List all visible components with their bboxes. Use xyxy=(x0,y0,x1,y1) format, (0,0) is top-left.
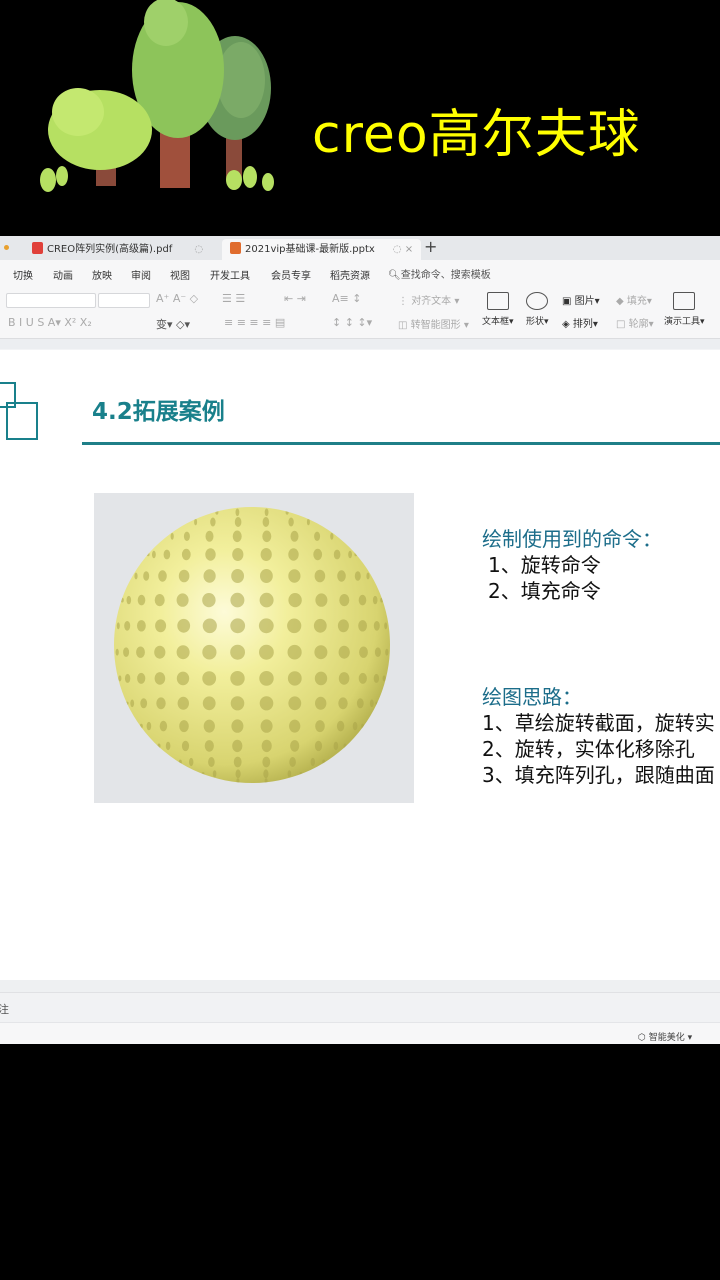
tab-pdf-document[interactable]: CREO阵列实例(高级篇).pdf ◌ xyxy=(32,239,203,260)
pdf-icon xyxy=(32,242,43,254)
unsaved-dot-icon xyxy=(4,245,9,250)
present-tools-button[interactable]: 演示工具▾ xyxy=(664,292,705,327)
menu-item-view[interactable]: 视图 xyxy=(170,267,190,282)
search-label: 查找命令、搜索模板 xyxy=(400,270,491,281)
new-tab-icon[interactable]: + xyxy=(424,237,437,256)
banner-title: creo高尔夫球 xyxy=(312,105,641,165)
line-spacing-icon[interactable]: ↕ ↕ ↕▾ xyxy=(332,316,372,329)
menu-item-slideshow[interactable]: 放映 xyxy=(92,267,112,282)
align-text-button[interactable]: ⋮ 对齐文本 ▾ xyxy=(398,292,459,307)
golf-ball-image[interactable] xyxy=(94,493,414,803)
shape-icon xyxy=(526,292,549,310)
list-bullets-icon[interactable]: ☰ ☰ xyxy=(222,292,245,305)
arrange-button[interactable]: ◈ 排列▾ xyxy=(562,315,598,330)
menu-item-transition[interactable]: 切换 xyxy=(13,267,33,282)
tab-close-icon[interactable]: ◌ × xyxy=(393,244,413,255)
shape-button[interactable]: 形状▾ xyxy=(526,292,549,327)
tab-label: CREO阵列实例(高级篇).pdf xyxy=(47,244,173,255)
presentation-app-window: CREO阵列实例(高级篇).pdf ◌ 2021vip基础课-最新版.pptx ◌ … xyxy=(0,236,720,1044)
tab-pptx-document[interactable]: 2021vip基础课-最新版.pptx ◌ × xyxy=(222,239,422,260)
status-bar: ⬡ 智能美化 ▾ xyxy=(0,1022,720,1044)
command-item-1: 1、旋转命令 xyxy=(488,553,601,577)
idea-item-2: 2、旋转，实体化移除孔 xyxy=(482,737,695,761)
menu-item-review[interactable]: 审阅 xyxy=(131,267,151,282)
fill-button[interactable]: ◆ 填充▾ xyxy=(616,292,652,307)
trees-illustration-icon xyxy=(40,0,274,192)
font-name-select[interactable] xyxy=(6,293,96,308)
text-box-icon xyxy=(486,292,509,310)
ribbon-menu-bar: 切换 动画 放映 审阅 视图 开发工具 会员专享 稻壳资源 🔍︎查找命令、搜索模… xyxy=(0,260,720,286)
tab-close-icon[interactable]: ◌ xyxy=(194,244,203,255)
text-direction-icon[interactable]: A≡ ↕ xyxy=(332,292,361,305)
search-icon: 🔍︎ xyxy=(388,270,401,281)
menu-item-member[interactable]: 会员专享 xyxy=(271,267,311,282)
font-size-select[interactable] xyxy=(98,293,150,308)
idea-item-3: 3、填充阵列孔，跟随曲面 xyxy=(482,763,715,787)
beautify-icon: ⬡ xyxy=(638,1033,646,1043)
smart-beautify-button[interactable]: ⬡ 智能美化 ▾ xyxy=(638,1030,692,1043)
format-icons[interactable]: B I U S A▾ X² X₂ xyxy=(8,316,92,329)
video-banner: creo高尔夫球 xyxy=(0,0,720,236)
tab-label: 2021vip基础课-最新版.pptx xyxy=(245,244,375,255)
ribbon-toolbar: A⁺ A⁻ ◇ ☰ ☰ ⇤ ⇥ A≡ ↕ ⋮ 对齐文本 ▾ B I U S A▾… xyxy=(0,286,720,339)
menu-item-developer[interactable]: 开发工具 xyxy=(210,267,250,282)
golf-ball-icon xyxy=(114,507,390,783)
commands-heading: 绘制使用到的命令： xyxy=(482,527,662,551)
menu-item-docer[interactable]: 稻壳资源 xyxy=(330,267,370,282)
present-tools-icon xyxy=(673,292,696,310)
phonetic-icon[interactable]: 变▾ ◇▾ xyxy=(156,316,190,332)
slide-area-margin xyxy=(0,980,720,992)
notes-label: 注 xyxy=(0,1003,9,1016)
indent-icon[interactable]: ⇤ ⇥ xyxy=(284,292,306,305)
paragraph-align-icons[interactable]: ≡ ≡ ≡ ≡ ▤ xyxy=(224,316,285,329)
text-box-button[interactable]: 文本框▾ xyxy=(482,292,514,327)
slide-title[interactable]: 4.2拓展案例 xyxy=(92,392,225,426)
section-logo-icon xyxy=(6,402,38,440)
slide-canvas[interactable]: 4.2拓展案例 绘制使用到的命令： 1、旋转命令 2、填充命令 绘图思路： 1、… xyxy=(0,350,720,980)
title-underline xyxy=(82,442,720,445)
picture-button[interactable]: ▣ 图片▾ xyxy=(562,292,600,307)
outline-button[interactable]: □ 轮廓▾ xyxy=(616,315,654,330)
command-item-2: 2、填充命令 xyxy=(488,579,601,603)
notes-pane[interactable]: 注 xyxy=(0,992,720,1023)
menu-item-animation[interactable]: 动画 xyxy=(53,267,73,282)
font-grow-icon[interactable]: A⁺ A⁻ ◇ xyxy=(156,292,198,305)
slide-area-margin xyxy=(0,339,720,349)
command-search[interactable]: 🔍︎查找命令、搜索模板 xyxy=(388,266,491,281)
pptx-icon xyxy=(230,242,241,254)
idea-item-1: 1、草绘旋转截面，旋转实 xyxy=(482,711,715,735)
document-tab-bar: CREO阵列实例(高级篇).pdf ◌ 2021vip基础课-最新版.pptx ◌ … xyxy=(0,236,720,260)
smart-shape-button[interactable]: ◫ 转智能图形 ▾ xyxy=(398,316,469,331)
ideas-heading: 绘图思路： xyxy=(482,685,582,709)
